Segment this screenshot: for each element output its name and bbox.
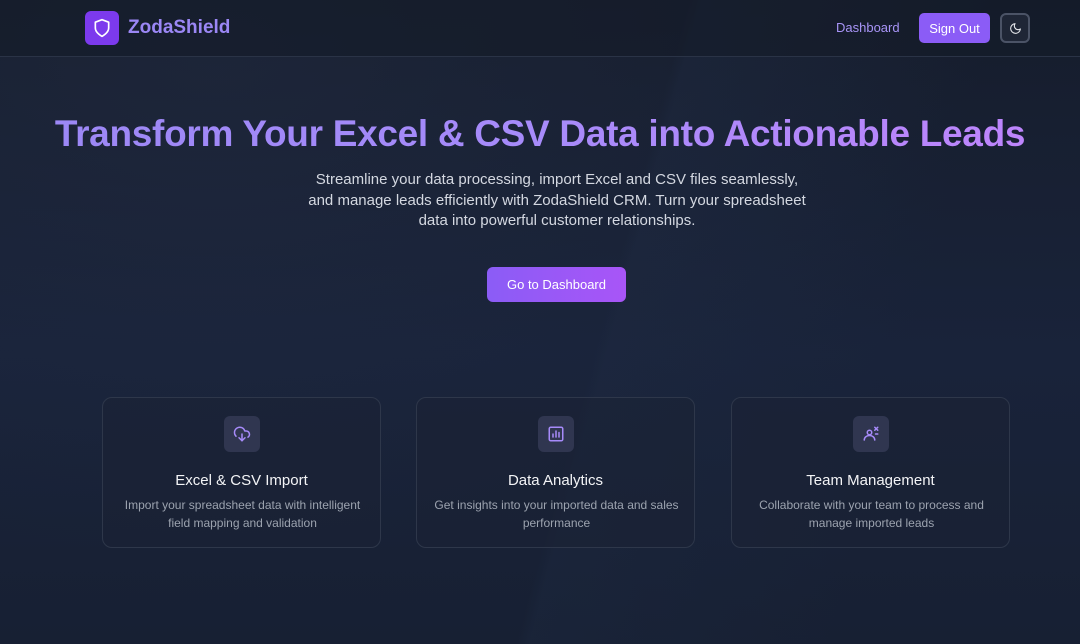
team-icon [863, 426, 879, 441]
feature-card-team: Team Management Collaborate with your te… [731, 397, 1010, 548]
theme-toggle-button[interactable] [1000, 13, 1030, 43]
landing-page: ZodaShield Dashboard Sign Out Transform … [0, 0, 1080, 644]
feature-title: Team Management [806, 472, 935, 489]
feature-title: Data Analytics [507, 472, 604, 489]
feature-card-import: Excel & CSV Import Import your spreadshe… [102, 397, 381, 548]
brand-logo[interactable] [85, 11, 119, 45]
hero-subtitle: Streamline your data processing, import … [308, 171, 806, 229]
go-to-dashboard-button[interactable]: Go to Dashboard [487, 267, 626, 302]
bar-chart-icon [548, 426, 564, 442]
feature-description: Import your spreadsheet data with intell… [124, 498, 361, 530]
feature-description: Get insights into your imported data and… [434, 498, 679, 530]
sign-out-button[interactable]: Sign Out [919, 13, 990, 43]
shield-icon [94, 18, 110, 38]
feature-title: Excel & CSV Import [175, 472, 308, 489]
top-navbar: ZodaShield Dashboard Sign Out [0, 0, 1080, 57]
nav-dashboard-link[interactable]: Dashboard [836, 20, 900, 35]
cloud-download-icon [233, 426, 251, 442]
feature-description: Collaborate with your team to process an… [759, 498, 984, 530]
feature-icon-box [224, 416, 260, 452]
feature-icon-box [538, 416, 574, 452]
moon-icon [1009, 22, 1021, 34]
feature-icon-box [853, 416, 889, 452]
brand-name[interactable]: ZodaShield [128, 17, 230, 39]
feature-card-analytics: Data Analytics Get insights into your im… [416, 397, 695, 548]
hero-title: Transform Your Excel & CSV Data into Act… [0, 113, 1080, 155]
